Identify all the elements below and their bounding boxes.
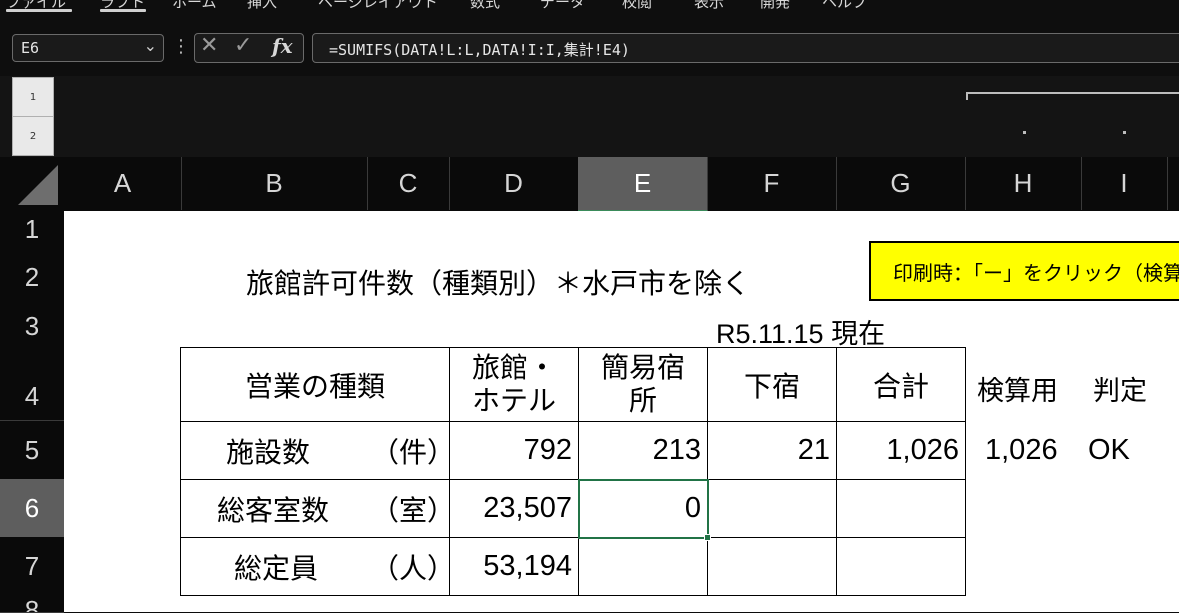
outline-dot <box>1023 131 1026 134</box>
outline-group-bracket[interactable] <box>966 92 1179 94</box>
name-box[interactable]: E6 ⌄ <box>12 34 164 62</box>
chevron-down-icon[interactable]: ⌄ <box>144 36 157 55</box>
menu-active-underline <box>6 9 72 12</box>
name-box-value: E6 <box>21 39 40 57</box>
menu-developer[interactable]: 開発 <box>760 0 790 12</box>
unit-capacity: （人） <box>371 551 456 585</box>
cell-d7[interactable]: 53,194 <box>449 537 579 596</box>
cell-d5[interactable]: 792 <box>449 421 579 480</box>
fill-handle[interactable] <box>704 534 711 541</box>
column-header-e[interactable]: E <box>578 157 708 212</box>
print-note-shape[interactable]: 印刷時：「ー」をクリック（検算 <box>869 241 1179 301</box>
row-header-4[interactable]: 4 <box>0 347 64 421</box>
menu-view[interactable]: 表示 <box>694 0 724 12</box>
column-header-i[interactable]: I <box>1081 157 1168 210</box>
row-header-5[interactable]: 5 <box>0 421 64 480</box>
label-facilities: 施設数 <box>226 435 311 469</box>
cell-g6[interactable] <box>836 479 966 538</box>
menu-data[interactable]: データ <box>540 0 585 12</box>
menu-help[interactable]: ヘルプ <box>822 0 867 12</box>
sheet-title[interactable]: 旅館許可件数（種類別）＊水戸市を除く <box>246 262 750 302</box>
outline-level-2-button[interactable]: 2 <box>12 116 54 156</box>
judge-header[interactable]: 判定 <box>1093 369 1147 408</box>
row-header-6[interactable]: 6 <box>0 479 66 538</box>
check-header[interactable]: 検算用 <box>977 369 1058 408</box>
column-header-f[interactable]: F <box>707 157 837 210</box>
cell-f5[interactable]: 21 <box>707 421 837 480</box>
menu-review[interactable]: 校閲 <box>622 0 652 12</box>
menu-page-layout[interactable]: ページレイアウト <box>318 0 438 12</box>
column-header-d[interactable]: D <box>449 157 579 210</box>
column-header-b[interactable]: B <box>181 157 368 210</box>
column-header-a[interactable]: A <box>64 157 182 210</box>
formula-input[interactable]: =SUMIFS(DATA!L:L,DATA!I:I,集計!E4) <box>312 33 1179 63</box>
header-ryokan-line2: ホテル <box>471 383 556 417</box>
cell-g7[interactable] <box>836 537 966 596</box>
row-header-8[interactable]: 8 <box>0 595 64 613</box>
row-header-7[interactable]: 7 <box>0 537 64 596</box>
header-simple-lodging[interactable]: 簡易宿 所 <box>578 347 708 422</box>
menu-formulas[interactable]: 数式 <box>470 0 500 12</box>
row-label-capacity[interactable]: 総定員 （人） <box>180 537 455 596</box>
select-all-button[interactable] <box>0 157 64 210</box>
cell-f6[interactable] <box>707 479 837 538</box>
label-rooms: 総客室数 <box>217 493 330 527</box>
insert-function-icon[interactable]: fx <box>272 34 293 58</box>
cell-e5[interactable]: 213 <box>578 421 708 480</box>
cell-f7[interactable] <box>707 537 837 596</box>
ribbon-tabs: ファイル ラフト ホーム 挿入 ページレイアウト 数式 データ 校閲 表示 開発… <box>0 0 1179 20</box>
header-total[interactable]: 合計 <box>836 347 966 422</box>
check-icon[interactable]: ✓ <box>234 33 252 58</box>
outline-bar <box>0 76 1179 157</box>
column-header-c[interactable]: C <box>367 157 450 210</box>
header-boarding-house[interactable]: 下宿 <box>707 347 837 422</box>
active-cell-outline <box>578 479 709 539</box>
row-header-1[interactable]: 1 <box>0 211 64 249</box>
menu-insert[interactable]: 挿入 <box>247 0 277 12</box>
cancel-icon[interactable]: ✕ <box>200 33 218 58</box>
row-label-facilities[interactable]: 施設数 （件） <box>180 421 455 480</box>
outline-level-1-button[interactable]: 1 <box>12 77 54 117</box>
header-simple-line1: 簡易宿 <box>600 351 685 385</box>
row-label-rooms[interactable]: 総客室数 （室） <box>180 479 455 538</box>
check-value[interactable]: 1,026 <box>985 434 1058 467</box>
menu-hover-underline <box>100 9 146 12</box>
vertical-dots-icon[interactable]: ⋮ <box>172 36 190 57</box>
outline-group-bracket-tick <box>966 92 968 100</box>
select-all-triangle-icon <box>18 165 58 205</box>
header-ryokan-line1: 旅館・ <box>471 351 556 385</box>
label-capacity: 総定員 <box>234 551 319 585</box>
outline-dot <box>1123 131 1126 134</box>
judge-value[interactable]: OK <box>1088 434 1130 467</box>
unit-rooms: （室） <box>371 493 456 527</box>
cell-g5[interactable]: 1,026 <box>836 421 966 480</box>
row-header-2[interactable]: 2 <box>0 248 64 307</box>
header-business-type[interactable]: 営業の種類 <box>180 347 450 422</box>
row-header-3[interactable]: 3 <box>0 306 64 348</box>
column-header-g[interactable]: G <box>836 157 966 210</box>
menu-home[interactable]: ホーム <box>172 0 217 12</box>
column-header-h[interactable]: H <box>965 157 1082 210</box>
unit-facilities: （件） <box>371 435 456 469</box>
header-ryokan-hotel[interactable]: 旅館・ ホテル <box>449 347 579 422</box>
as-of-date[interactable]: R5.11.15 現在 <box>716 312 885 351</box>
cell-d6[interactable]: 23,507 <box>449 479 579 538</box>
cell-e7[interactable] <box>578 537 708 596</box>
header-simple-line2: 所 <box>628 383 657 417</box>
